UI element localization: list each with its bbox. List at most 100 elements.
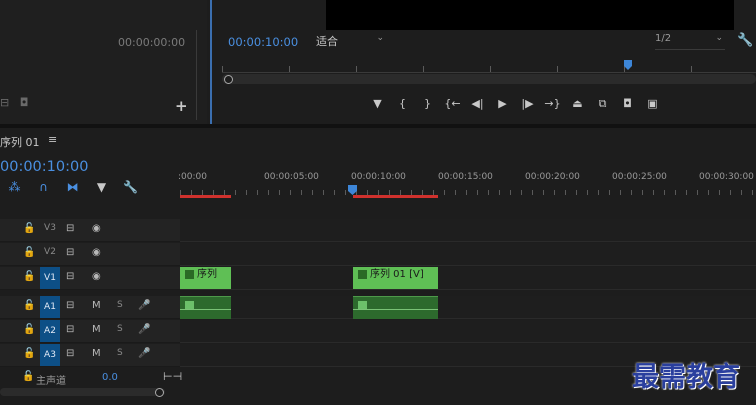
step-back-button[interactable]: ◀| <box>465 96 490 112</box>
fit-dropdown[interactable]: 适合 ⌄ <box>316 33 386 49</box>
lock-icon[interactable]: 🔓 <box>22 371 34 382</box>
lock-icon[interactable]: 🔓 <box>23 223 35 234</box>
track-name[interactable]: A1 <box>40 296 60 318</box>
sequence-tab[interactable]: 序列 01 <box>0 134 40 150</box>
resolution-dropdown[interactable]: 1/2 ⌄ <box>655 33 725 50</box>
ruler-tick <box>488 190 489 195</box>
track-name[interactable]: V1 <box>40 267 60 289</box>
eye-icon[interactable]: ◉ <box>92 247 101 258</box>
work-area-bar[interactable] <box>180 195 231 198</box>
track-lane-v2[interactable] <box>180 243 756 266</box>
audio-clip[interactable] <box>180 296 231 319</box>
add-button[interactable]: + <box>175 97 188 115</box>
comparison-view-button[interactable]: ▣ <box>640 96 665 112</box>
master-volume-value[interactable]: 0.0 <box>102 372 118 383</box>
ruler-tick <box>730 190 731 195</box>
program-time-ruler[interactable] <box>222 62 756 73</box>
scrollbar-handle[interactable] <box>155 388 164 397</box>
panel-splitter-horizontal[interactable] <box>0 124 756 128</box>
track-name[interactable]: V2 <box>40 247 60 257</box>
sync-lock-icon[interactable]: ⊟ <box>66 348 74 359</box>
fx-icon <box>185 270 194 279</box>
source-insert-overwrite-icons[interactable]: ⊟ ◘ <box>0 96 28 109</box>
timeline-timecode[interactable]: 00:00:10:00 <box>0 159 88 175</box>
add-marker-icon[interactable]: ▼ <box>87 180 116 196</box>
extract-button[interactable]: ⧉ <box>590 96 615 112</box>
track-name[interactable]: V3 <box>40 223 60 233</box>
panel-splitter[interactable] <box>210 0 212 124</box>
track-header-v3: 🔓 V3 ⊟ ◉ <box>0 219 180 242</box>
track-name[interactable]: A3 <box>40 344 60 366</box>
mute-button[interactable]: M <box>92 348 101 359</box>
mute-button[interactable]: M <box>92 324 101 335</box>
linked-selection-icon[interactable]: ⧓ <box>58 180 87 196</box>
ruler-tick <box>301 190 302 195</box>
program-timecode[interactable]: 00:00:10:00 <box>228 35 298 49</box>
wrench-icon[interactable]: 🔧 <box>737 33 753 48</box>
track-lane-v1[interactable] <box>180 267 756 290</box>
solo-button[interactable]: S <box>117 324 123 334</box>
play-button[interactable]: ▶ <box>490 96 515 112</box>
go-to-out-button[interactable]: →} <box>540 96 565 112</box>
solo-button[interactable]: S <box>117 300 123 310</box>
wrench-icon[interactable]: 🔧 <box>116 180 145 196</box>
scrollbar-handle[interactable] <box>224 75 233 84</box>
program-zoom-scrollbar[interactable] <box>222 74 756 84</box>
track-lane-v3[interactable] <box>180 219 756 242</box>
track-header-v2: 🔓 V2 ⊟ ◉ <box>0 243 180 266</box>
step-forward-button[interactable]: |▶ <box>515 96 540 112</box>
lift-button[interactable]: ⏏ <box>565 96 590 112</box>
audio-clip[interactable] <box>353 296 438 319</box>
go-to-end-icon[interactable]: ⊢⊣ <box>163 370 182 383</box>
snap-icon[interactable]: ∩ <box>29 180 58 196</box>
solo-button[interactable]: S <box>117 348 123 358</box>
timeline-toolbar: ⁂ ∩ ⧓ ▼ 🔧 <box>0 180 145 196</box>
sync-lock-icon[interactable]: ⊟ <box>66 324 74 335</box>
ruler-tick <box>686 190 687 195</box>
ruler-label: 00:00:05:00 <box>264 172 319 182</box>
add-marker-button[interactable]: ▼ <box>365 96 390 112</box>
mute-button[interactable]: M <box>92 300 101 311</box>
source-timecode[interactable]: 00:00:00:00 <box>118 36 185 49</box>
timeline-ruler[interactable]: :00:00 00:00:05:00 00:00:10:00 00:00:15:00 0… <box>178 158 756 214</box>
timeline-scrollbar[interactable] <box>0 388 165 396</box>
eye-icon[interactable]: ◉ <box>92 223 101 234</box>
video-clip[interactable]: 序列 01 [V] <box>353 267 438 289</box>
microphone-icon[interactable]: 🎤 <box>138 348 150 359</box>
ruler-label: 00:00:20:00 <box>525 172 580 182</box>
eye-icon[interactable]: ◉ <box>92 271 101 282</box>
mark-in-button[interactable]: { <box>390 96 415 112</box>
go-to-in-button[interactable]: {← <box>440 96 465 112</box>
mark-out-button[interactable]: } <box>415 96 440 112</box>
sync-lock-icon[interactable]: ⊟ <box>66 223 74 234</box>
microphone-icon[interactable]: 🎤 <box>138 324 150 335</box>
sync-lock-icon[interactable]: ⊟ <box>66 247 74 258</box>
track-name[interactable]: A2 <box>40 320 60 342</box>
watermark-logo: 最需教育 <box>632 362 740 393</box>
sync-lock-icon[interactable]: ⊟ <box>66 300 74 311</box>
lock-icon[interactable]: 🔓 <box>23 271 35 282</box>
video-clip[interactable]: 序列 <box>180 267 231 289</box>
panel-menu-icon[interactable]: ≡ <box>48 133 57 146</box>
ruler-tick <box>653 190 654 195</box>
work-area-bar[interactable] <box>353 195 438 198</box>
lock-icon[interactable]: 🔓 <box>23 348 35 359</box>
track-lane-a2[interactable] <box>180 320 756 343</box>
ruler-tick <box>455 190 456 195</box>
track-lane-a1[interactable] <box>180 296 756 319</box>
lock-icon[interactable]: 🔓 <box>23 324 35 335</box>
export-frame-button[interactable]: ◘ <box>615 96 640 112</box>
microphone-icon[interactable]: 🎤 <box>138 300 150 311</box>
ruler-tick <box>289 66 290 72</box>
ruler-tick <box>691 66 692 72</box>
lock-icon[interactable]: 🔓 <box>23 300 35 311</box>
sync-lock-icon[interactable]: ⊟ <box>66 271 74 282</box>
nest-icon[interactable]: ⁂ <box>0 180 29 196</box>
ruler-tick <box>708 190 709 195</box>
lock-icon[interactable]: 🔓 <box>23 247 35 258</box>
ruler-tick <box>620 190 621 195</box>
ruler-tick <box>466 190 467 195</box>
ruler-tick <box>257 190 258 195</box>
ruler-tick <box>490 66 491 72</box>
ruler-tick <box>554 190 555 195</box>
